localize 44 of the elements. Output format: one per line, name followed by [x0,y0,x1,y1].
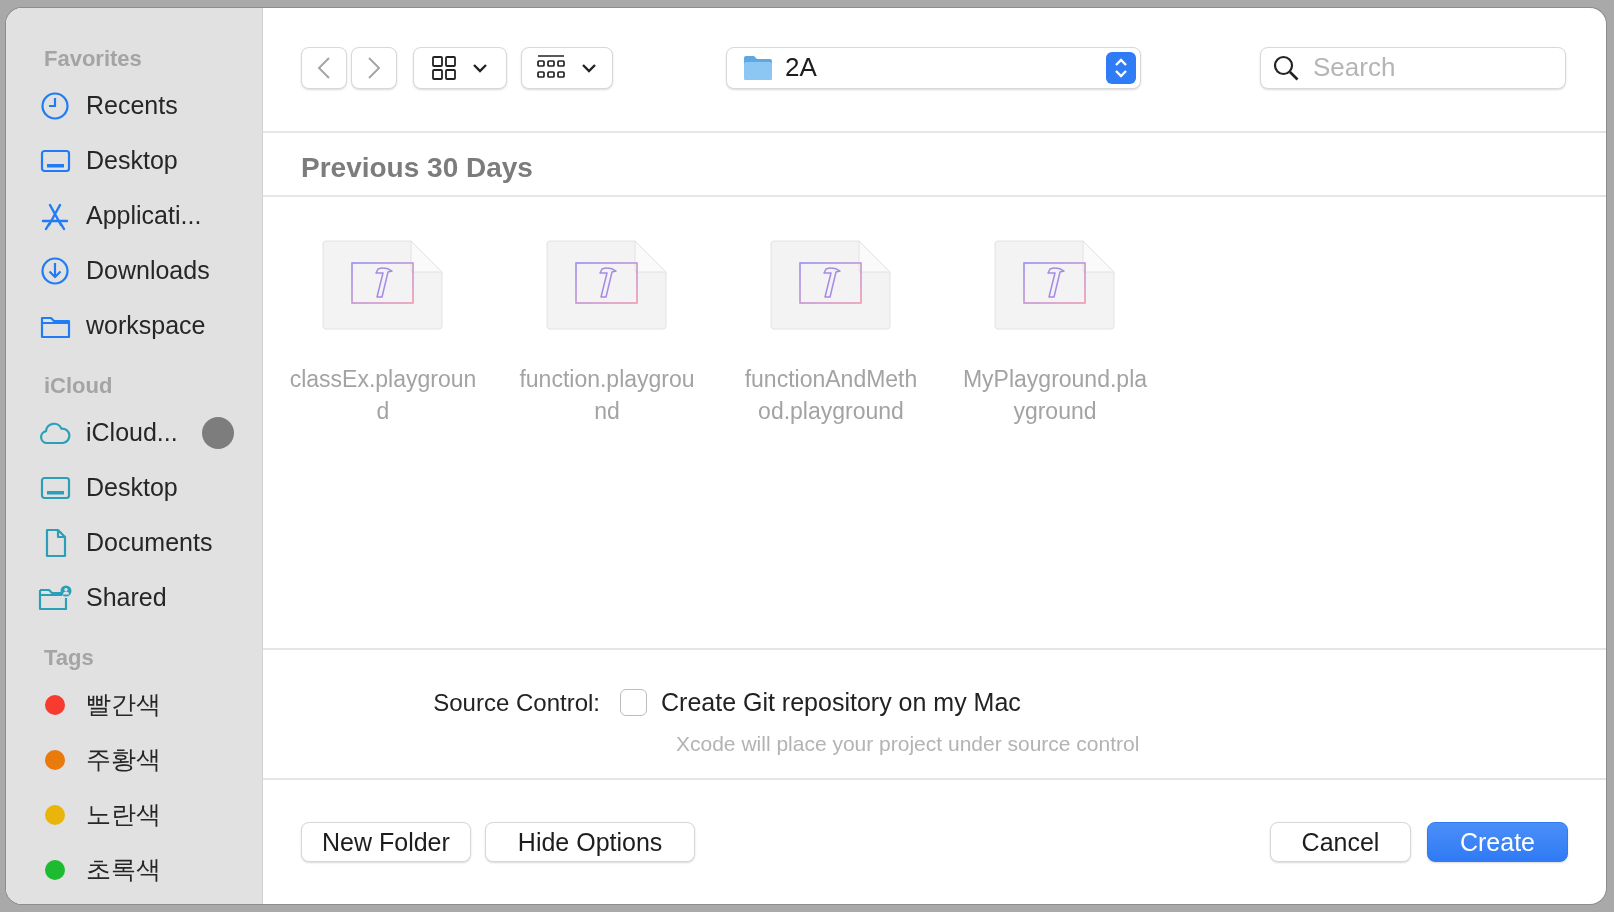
search-field[interactable]: Search [1260,46,1566,89]
cancel-button[interactable]: Cancel [1270,822,1411,862]
sidebar-item[interactable]: workspace [38,298,262,353]
playground-file-icon[interactable] [546,239,668,331]
sidebar-item[interactable]: iCloud... [38,405,262,460]
sidebar-item[interactable]: 초록색 [38,842,262,897]
checkbox[interactable] [620,689,647,717]
sidebar-item[interactable]: 빨간색 [38,677,262,732]
playground-file-icon[interactable] [770,239,892,331]
sidebar-item[interactable]: Documents [38,515,262,570]
dialog-button[interactable]: Hide Options [484,822,696,862]
section-header: Previous 30 Days [263,133,1606,197]
hint-text: Xcode will place your project under source control [676,730,1141,757]
sidebar-item[interactable]: Applicati... [38,188,262,243]
sidebar-item[interactable]: 노란색 [38,787,262,842]
caret-icon [472,62,488,73]
group-button[interactable] [521,46,613,89]
caret-icon [581,62,597,73]
sidebar-item[interactable]: 주황색 [38,732,262,787]
section-title: Tags [44,644,95,669]
sidebar-item[interactable]: Desktop [38,460,262,515]
icon-view-button[interactable] [413,46,507,89]
search-icon [1273,54,1299,81]
forward-button[interactable] [351,46,397,89]
chevron-right-icon [367,55,381,80]
checkbox-label[interactable]: Create Git repository on my Mac [661,684,1021,722]
section-title: Favorites [44,45,143,70]
option-label: Source Control: [432,687,601,718]
folder-icon [743,54,773,81]
location-popup[interactable]: 2A [726,46,1141,89]
sidebar-item[interactable]: Desktop [38,133,262,188]
playground-file-icon[interactable] [994,239,1116,331]
playground-file-icon[interactable] [322,239,444,331]
sidebar-item[interactable]: Shared [38,570,262,625]
chevron-left-icon [317,55,331,80]
sidebar-item[interactable]: Downloads [38,243,262,298]
sidebar-item[interactable]: Recents [38,78,262,133]
back-button[interactable] [301,46,347,89]
grid-icon [432,55,456,80]
gallery-icon [537,54,565,81]
stepper-icon [1106,51,1136,84]
section-title: iCloud [44,372,114,397]
dialog-button[interactable]: New Folder [301,822,471,862]
create-button[interactable]: Create [1427,822,1568,862]
